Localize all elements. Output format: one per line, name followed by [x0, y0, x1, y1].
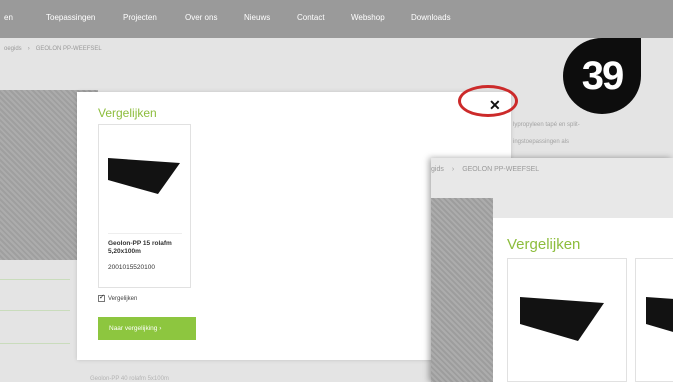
zoom-product-card	[507, 258, 627, 382]
nav-item-toepassingen[interactable]: Toepassingen	[46, 13, 95, 22]
nav-item-projecten[interactable]: Projecten	[123, 13, 157, 22]
description-text-line: ingstoepassingen als	[513, 139, 570, 145]
top-navigation: en Toepassingen Projecten Over ons Nieuw…	[0, 0, 673, 38]
sidebar-link[interactable]	[0, 343, 70, 344]
breadcrumb-current: GEOLON PP-WEEFSEL	[35, 46, 102, 52]
breadcrumb-parent[interactable]: oegids	[4, 46, 22, 52]
breadcrumb-separator: ›	[451, 166, 455, 173]
compare-checkbox-label: Vergelijken	[108, 296, 138, 302]
product-name: Geolon-PP 15 rolafm 5,20x100m	[108, 240, 172, 255]
compare-button[interactable]: Naar vergelijking ›	[98, 317, 196, 340]
zoom-product-image	[520, 297, 604, 341]
nav-item-webshop[interactable]: Webshop	[351, 13, 385, 22]
modal-title: Vergelijken	[98, 106, 157, 120]
nav-item-downloads[interactable]: Downloads	[411, 13, 451, 22]
zoom-panel: gids › GEOLON PP-WEEFSEL Vergelijken	[431, 158, 673, 382]
breadcrumb: oegids › GEOLON PP-WEEFSEL	[4, 46, 102, 52]
breadcrumb-separator: ›	[27, 46, 30, 52]
card-divider	[108, 233, 182, 234]
zoom-product-image	[646, 297, 673, 332]
product-list-item[interactable]: Geolon-PP 40 rolafm 5x100m	[90, 376, 169, 382]
sidebar-link[interactable]	[0, 279, 70, 280]
highlight-circle	[458, 85, 518, 117]
nav-item-nieuws[interactable]: Nieuws	[244, 13, 270, 22]
sidebar-link[interactable]	[0, 310, 70, 311]
product-code: 2001015520100	[108, 264, 155, 271]
zoom-product-background-image	[431, 198, 493, 382]
nav-item-contact[interactable]: Contact	[297, 13, 325, 22]
zoom-breadcrumb-current: GEOLON PP-WEEFSEL	[462, 166, 540, 173]
compare-checkbox[interactable]	[98, 293, 105, 302]
zoom-product-card	[635, 258, 673, 382]
product-card: Geolon-PP 15 rolafm 5,20x100m 2001015520…	[98, 124, 191, 288]
nav-item-over-ons[interactable]: Over ons	[185, 13, 217, 22]
nav-item-partial[interactable]: en	[4, 13, 13, 22]
product-image	[108, 158, 180, 194]
zoom-modal-title: Vergelijken	[507, 236, 581, 253]
zoom-compare-modal: Vergelijken	[493, 218, 673, 382]
step-number-badge: 39	[563, 38, 641, 114]
description-text-line: lypropyleen tapé en split-	[513, 122, 580, 128]
zoom-breadcrumb: gids › GEOLON PP-WEEFSEL	[431, 166, 539, 173]
zoom-breadcrumb-parent: gids	[431, 166, 444, 173]
